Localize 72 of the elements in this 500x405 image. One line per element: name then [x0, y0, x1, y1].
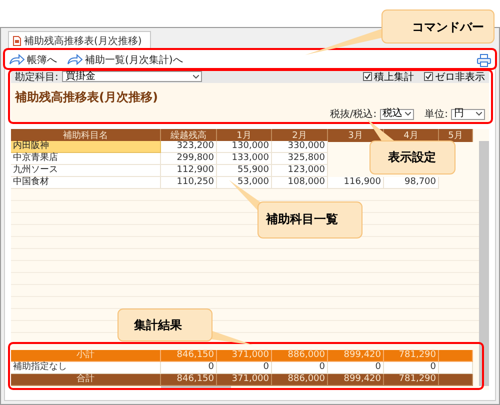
- print-button[interactable]: [477, 54, 491, 66]
- nav-link[interactable]: 帳簿へ: [9, 53, 57, 67]
- field-label: 勘定科目:: [15, 70, 58, 84]
- table-cell: 299,800: [161, 153, 217, 165]
- table-cell: 補助指定なし: [11, 362, 161, 374]
- table-cell: 116,900: [328, 177, 384, 189]
- callout-label: コマンドバー: [412, 19, 484, 36]
- table-cell[interactable]: 九州ソース: [11, 165, 161, 177]
- table-cell: 112,900: [161, 165, 217, 177]
- table-cell: 781,290: [384, 350, 439, 362]
- callout-label: 表示設定: [388, 149, 436, 166]
- table-cell: [439, 374, 473, 386]
- column-header: 1月: [217, 129, 272, 142]
- table-cell: 108,000: [272, 177, 328, 189]
- table-cell: 371,000: [217, 350, 272, 362]
- table-cell: 899,420: [328, 374, 384, 386]
- arrow-icon: [9, 54, 25, 66]
- table-cell: 合計: [11, 374, 161, 386]
- arrow-icon: [67, 54, 83, 66]
- caret-icon: [476, 112, 482, 116]
- table-cell: 846,150: [161, 350, 217, 362]
- table-cell: 899,420: [328, 350, 384, 362]
- table-cell: 123,000: [272, 165, 328, 177]
- table-cell[interactable]: 中国食材: [11, 177, 161, 189]
- column-header: 繰越残高: [161, 129, 217, 142]
- field-label: 税抜/税込:: [330, 108, 377, 121]
- nav-link[interactable]: 補助一覧(月次集計)へ: [67, 53, 183, 67]
- table-cell[interactable]: 中京青果店: [11, 153, 161, 165]
- table-cell: 98,700: [384, 177, 439, 189]
- document-icon: [13, 36, 21, 46]
- table-cell: 130,000: [217, 141, 272, 153]
- table-cell: [439, 362, 473, 374]
- report-title: 補助残高推移表(月次推移): [15, 89, 159, 106]
- table-cell: 133,000: [217, 153, 272, 165]
- table-cell: 小計: [11, 350, 161, 362]
- checkbox[interactable]: [363, 72, 372, 81]
- field-label: 単位:: [424, 108, 448, 121]
- table-cell: 325,800: [272, 153, 328, 165]
- table-cell: 110,250: [161, 177, 217, 189]
- table-cell: [439, 350, 473, 362]
- table-cell: 781,290: [384, 374, 439, 386]
- tab[interactable]: 補助残高推移表(月次推移): [8, 31, 151, 49]
- table-cell: 846,150: [161, 374, 217, 386]
- table-cell: 330,000: [272, 141, 328, 153]
- table-cell: 55,900: [217, 165, 272, 177]
- callout-label: 集計結果: [134, 317, 182, 334]
- table-cell: 0: [161, 362, 217, 374]
- scrollbar[interactable]: [161, 386, 231, 390]
- checkbox-label[interactable]: 積上集計: [374, 70, 414, 84]
- table-cell: 323,200: [161, 141, 217, 153]
- table-cell: 0: [217, 362, 272, 374]
- table-cell[interactable]: 内田阪神: [11, 141, 161, 153]
- unit-dropdown[interactable]: 円: [451, 108, 485, 120]
- table-cell: 886,000: [272, 374, 328, 386]
- column-header: 2月: [272, 129, 328, 142]
- caret-icon: [193, 74, 200, 78]
- table-cell: 886,000: [272, 350, 328, 362]
- tax-dropdown[interactable]: 税込: [380, 108, 414, 120]
- table-cell: 0: [272, 362, 328, 374]
- account-dropdown[interactable]: 買掛金: [62, 71, 202, 82]
- checkbox-label[interactable]: ゼロ非表示: [435, 70, 485, 84]
- scrollbar[interactable]: [479, 141, 489, 386]
- table-cell: 371,000: [217, 374, 272, 386]
- table-cell: 0: [384, 362, 439, 374]
- checkbox[interactable]: [424, 72, 433, 81]
- caret-icon: [404, 112, 411, 116]
- column-header: 5月: [439, 129, 473, 142]
- table-cell: 53,000: [217, 177, 272, 189]
- column-header: 補助科目名: [11, 129, 161, 142]
- printer-icon: [477, 54, 491, 66]
- table-cell: 0: [328, 362, 384, 374]
- callout-label: 補助科目一覧: [266, 211, 338, 228]
